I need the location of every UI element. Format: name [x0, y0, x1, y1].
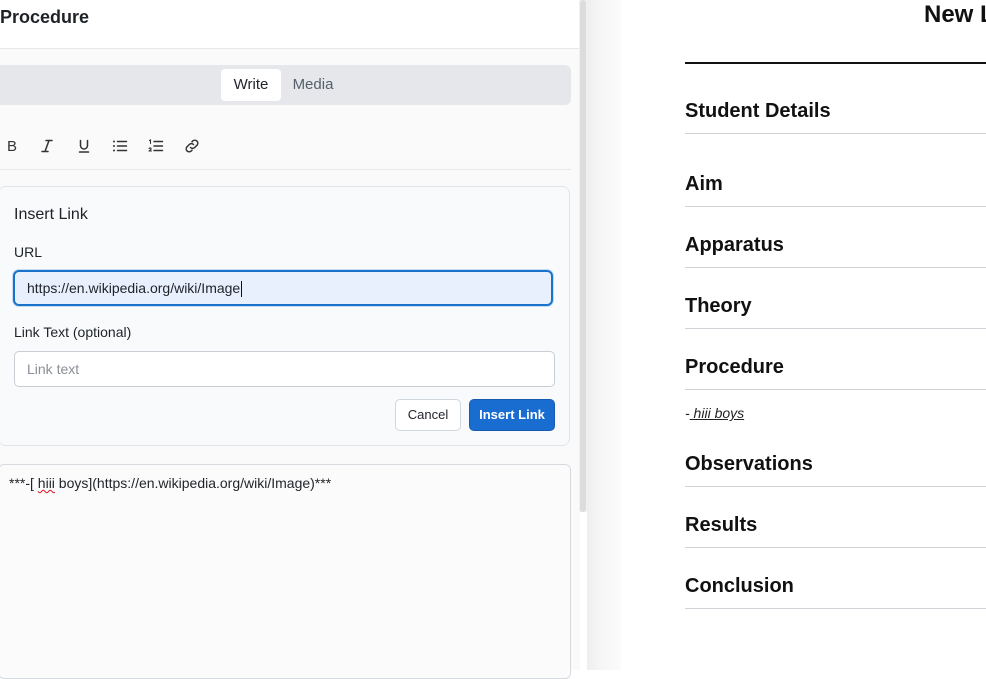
- bold-button[interactable]: B: [0, 133, 25, 159]
- section-title: Procedure: [0, 7, 90, 27]
- section-heading: Conclusion: [685, 575, 794, 597]
- link-text-input[interactable]: Link text: [14, 351, 555, 387]
- document-preview: New L Student Details Aim Apparatus Theo…: [621, 0, 986, 670]
- misspelled-word: hiii: [37, 475, 55, 491]
- section-aim: Aim: [685, 161, 986, 207]
- markdown-rest: boys](https://en.wikipedia.org/wiki/Imag…: [54, 475, 332, 491]
- section-heading: Apparatus: [685, 234, 784, 256]
- scrollbar-thumb[interactable]: [580, 0, 586, 512]
- section-heading: Theory: [685, 295, 752, 317]
- tab-write[interactable]: Write: [221, 69, 281, 101]
- section-student-details: Student Details: [685, 88, 986, 134]
- bullet-list-icon: [113, 140, 128, 152]
- section-theory: Theory: [685, 283, 986, 329]
- text-caret: [241, 281, 243, 298]
- section-apparatus: Apparatus: [685, 222, 986, 268]
- link-button[interactable]: [179, 133, 205, 159]
- dialog-title: Insert Link: [14, 206, 88, 223]
- cancel-button[interactable]: Cancel: [395, 399, 461, 431]
- section-heading: Observations: [685, 453, 813, 475]
- link-text-label: Link Text (optional): [14, 324, 132, 340]
- editor-tabs: Write Media: [0, 65, 571, 105]
- tab-media[interactable]: Media: [285, 69, 341, 101]
- link-text-placeholder: Link text: [27, 361, 80, 377]
- insert-link-dialog: Insert Link URL https://en.wikipedia.org…: [0, 186, 570, 446]
- procedure-content: - hiii boys: [685, 405, 744, 421]
- document-title: New L: [924, 1, 986, 28]
- panel-divider: [587, 0, 621, 670]
- bullet-list-button[interactable]: [107, 133, 133, 159]
- link-icon: [185, 139, 199, 153]
- url-label: URL: [14, 244, 43, 260]
- italic-button[interactable]: [34, 133, 60, 159]
- numbered-list-icon: [148, 139, 164, 152]
- numbered-list-button[interactable]: [143, 133, 169, 159]
- section-procedure: Procedure: [685, 344, 986, 390]
- italic-icon: [41, 139, 53, 153]
- url-input[interactable]: https://en.wikipedia.org/wiki/Image: [13, 270, 553, 306]
- insert-link-button[interactable]: Insert Link: [469, 399, 555, 431]
- markdown-textarea[interactable]: ***-[ hiii boys](https://en.wikipedia.or…: [0, 464, 571, 679]
- section-heading: Results: [685, 514, 758, 536]
- procedure-link[interactable]: hiii boys: [690, 405, 745, 421]
- editor-panel: Procedure Write Media B Insert Link URL …: [0, 0, 580, 679]
- editor-header: Procedure: [0, 0, 580, 49]
- underline-button[interactable]: [71, 133, 97, 159]
- formatting-toolbar: B: [0, 125, 571, 170]
- title-divider: [685, 62, 986, 64]
- section-heading: Procedure: [685, 356, 784, 378]
- url-value: https://en.wikipedia.org/wiki/Image: [27, 280, 241, 296]
- underline-icon: [78, 139, 90, 153]
- bold-icon: B: [6, 137, 17, 155]
- section-heading: Student Details: [685, 100, 831, 122]
- section-observations: Observations: [685, 441, 986, 487]
- section-conclusion: Conclusion: [685, 563, 986, 609]
- section-heading: Aim: [685, 173, 723, 195]
- section-results: Results: [685, 502, 986, 548]
- editor-scrollbar[interactable]: [579, 0, 587, 512]
- markdown-prefix: ***-[: [9, 475, 38, 491]
